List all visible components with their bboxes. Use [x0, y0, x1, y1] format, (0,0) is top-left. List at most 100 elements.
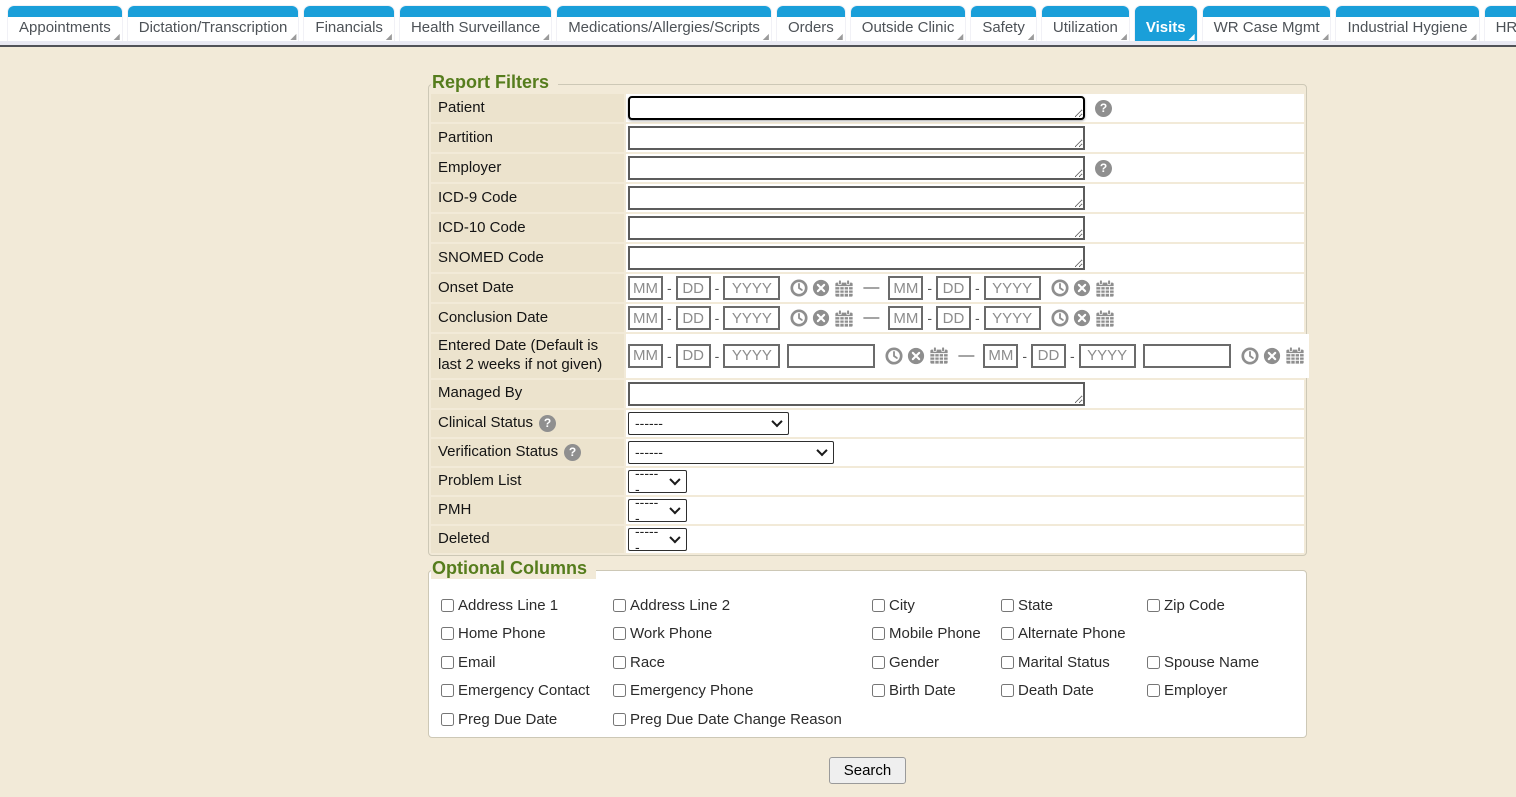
clear-icon[interactable]: [1073, 309, 1091, 327]
tab-safety[interactable]: Safety◢: [971, 6, 1036, 41]
tab-industrial-hygiene[interactable]: Industrial Hygiene◢: [1336, 6, 1478, 41]
clear-icon[interactable]: [1263, 347, 1281, 365]
tab-hr-data-feed[interactable]: HR Data Feed: [1485, 6, 1516, 41]
checkbox-address-line-2[interactable]: Address Line 2: [613, 597, 872, 614]
clear-icon[interactable]: [812, 279, 830, 297]
checkbox-input[interactable]: [613, 713, 626, 726]
tab-wr-case-mgmt[interactable]: WR Case Mgmt◢: [1203, 6, 1331, 41]
checkbox-preg-due-date[interactable]: Preg Due Date: [441, 711, 613, 728]
checkbox-input[interactable]: [1001, 656, 1014, 669]
employer-help-icon[interactable]: ?: [1095, 160, 1112, 177]
clear-icon[interactable]: [812, 309, 830, 327]
conclusion-to-year-input[interactable]: [984, 306, 1041, 330]
entered-to-time-input[interactable]: [1143, 344, 1231, 368]
onset-to-month-input[interactable]: [888, 276, 923, 300]
tab-dictation-transcription[interactable]: Dictation/Transcription◢: [128, 6, 299, 41]
checkbox-gender[interactable]: Gender: [872, 654, 1001, 671]
icd9-input[interactable]: [628, 186, 1085, 210]
entered-to-year-input[interactable]: [1079, 344, 1136, 368]
patient-input[interactable]: [628, 96, 1085, 120]
onset-to-day-input[interactable]: [936, 276, 971, 300]
clinical-status-select[interactable]: ------: [628, 412, 789, 435]
entered-from-day-input[interactable]: [676, 344, 711, 368]
problem-list-select[interactable]: ------: [628, 470, 687, 493]
onset-from-day-input[interactable]: [676, 276, 711, 300]
deleted-select[interactable]: ------: [628, 528, 687, 551]
snomed-input[interactable]: [628, 246, 1085, 270]
checkbox-input[interactable]: [1147, 599, 1160, 612]
entered-from-month-input[interactable]: [628, 344, 663, 368]
calendar-icon[interactable]: [834, 309, 854, 328]
checkbox-zip-code[interactable]: Zip Code: [1147, 597, 1298, 614]
tab-medications-allergies-scripts[interactable]: Medications/Allergies/Scripts◢: [557, 6, 771, 41]
clock-icon[interactable]: [1051, 279, 1069, 297]
managed-by-input[interactable]: [628, 382, 1085, 406]
checkbox-birth-date[interactable]: Birth Date: [872, 682, 1001, 699]
verification-status-help-icon[interactable]: ?: [564, 444, 581, 461]
conclusion-from-month-input[interactable]: [628, 306, 663, 330]
checkbox-input[interactable]: [613, 684, 626, 697]
checkbox-input[interactable]: [1001, 684, 1014, 697]
tab-health-surveillance[interactable]: Health Surveillance◢: [400, 6, 551, 41]
checkbox-race[interactable]: Race: [613, 654, 872, 671]
checkbox-input[interactable]: [441, 599, 454, 612]
checkbox-address-line-1[interactable]: Address Line 1: [441, 597, 613, 614]
clock-icon[interactable]: [885, 347, 903, 365]
checkbox-death-date[interactable]: Death Date: [1001, 682, 1147, 699]
checkbox-input[interactable]: [872, 684, 885, 697]
employer-input[interactable]: [628, 156, 1085, 180]
entered-from-year-input[interactable]: [723, 344, 780, 368]
checkbox-input[interactable]: [441, 684, 454, 697]
clock-icon[interactable]: [1051, 309, 1069, 327]
checkbox-city[interactable]: City: [872, 597, 1001, 614]
icd10-input[interactable]: [628, 216, 1085, 240]
checkbox-emergency-phone[interactable]: Emergency Phone: [613, 682, 872, 699]
entered-from-time-input[interactable]: [787, 344, 875, 368]
checkbox-emergency-contact[interactable]: Emergency Contact: [441, 682, 613, 699]
onset-from-year-input[interactable]: [723, 276, 780, 300]
tab-utilization[interactable]: Utilization◢: [1042, 6, 1129, 41]
checkbox-input[interactable]: [872, 627, 885, 640]
checkbox-spouse-name[interactable]: Spouse Name: [1147, 654, 1298, 671]
onset-from-month-input[interactable]: [628, 276, 663, 300]
partition-input[interactable]: [628, 126, 1085, 150]
tab-outside-clinic[interactable]: Outside Clinic◢: [851, 6, 966, 41]
checkbox-input[interactable]: [1147, 684, 1160, 697]
pmh-select[interactable]: ------: [628, 499, 687, 522]
tab-orders[interactable]: Orders◢: [777, 6, 845, 41]
tab-financials[interactable]: Financials◢: [304, 6, 394, 41]
checkbox-preg-due-date-change-reason[interactable]: Preg Due Date Change Reason: [613, 711, 1001, 728]
checkbox-input[interactable]: [613, 599, 626, 612]
checkbox-email[interactable]: Email: [441, 654, 613, 671]
conclusion-to-month-input[interactable]: [888, 306, 923, 330]
calendar-icon[interactable]: [929, 346, 949, 365]
calendar-icon[interactable]: [1285, 346, 1305, 365]
checkbox-input[interactable]: [1001, 599, 1014, 612]
checkbox-input[interactable]: [441, 713, 454, 726]
checkbox-input[interactable]: [441, 627, 454, 640]
clock-icon[interactable]: [790, 309, 808, 327]
onset-to-year-input[interactable]: [984, 276, 1041, 300]
clock-icon[interactable]: [790, 279, 808, 297]
checkbox-input[interactable]: [1001, 627, 1014, 640]
checkbox-input[interactable]: [872, 599, 885, 612]
checkbox-input[interactable]: [872, 656, 885, 669]
checkbox-input[interactable]: [1147, 656, 1160, 669]
tab-visits[interactable]: Visits◢: [1135, 6, 1197, 41]
tab-appointments[interactable]: Appointments◢: [8, 6, 122, 41]
checkbox-input[interactable]: [441, 656, 454, 669]
clinical-status-help-icon[interactable]: ?: [539, 415, 556, 432]
checkbox-alternate-phone[interactable]: Alternate Phone: [1001, 625, 1147, 642]
conclusion-from-day-input[interactable]: [676, 306, 711, 330]
entered-to-month-input[interactable]: [983, 344, 1018, 368]
conclusion-to-day-input[interactable]: [936, 306, 971, 330]
checkbox-employer[interactable]: Employer: [1147, 682, 1298, 699]
search-button[interactable]: Search: [829, 757, 907, 784]
checkbox-work-phone[interactable]: Work Phone: [613, 625, 872, 642]
clock-icon[interactable]: [1241, 347, 1259, 365]
calendar-icon[interactable]: [1095, 309, 1115, 328]
checkbox-input[interactable]: [613, 656, 626, 669]
conclusion-from-year-input[interactable]: [723, 306, 780, 330]
checkbox-mobile-phone[interactable]: Mobile Phone: [872, 625, 1001, 642]
calendar-icon[interactable]: [1095, 279, 1115, 298]
